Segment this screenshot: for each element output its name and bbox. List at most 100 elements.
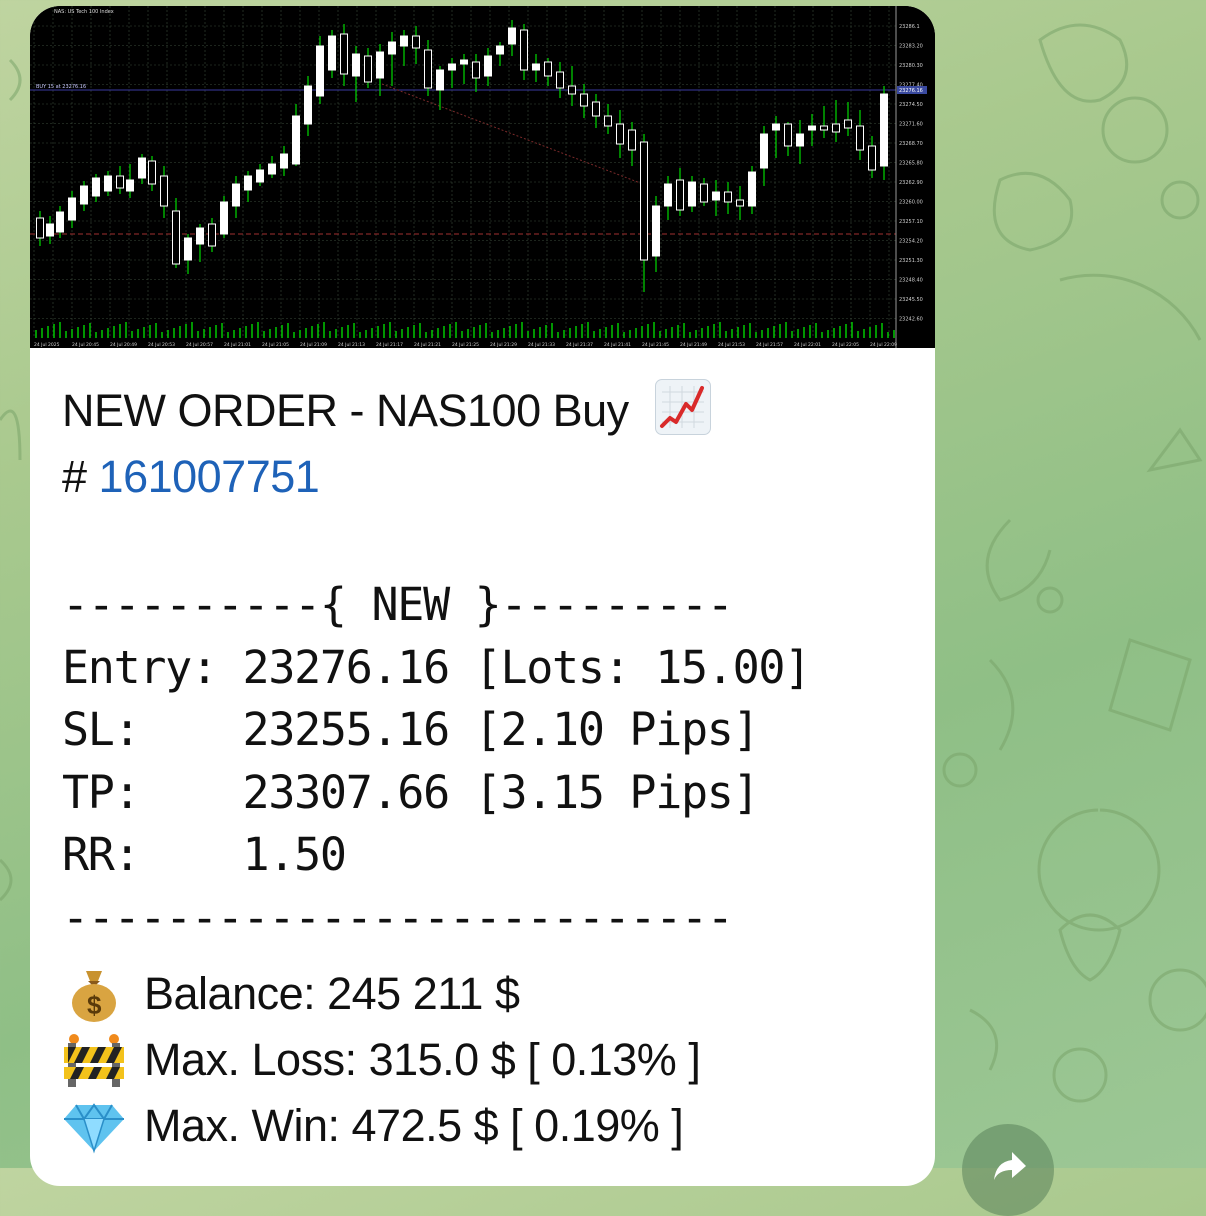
time-axis-label: 24 Jul 21:57 bbox=[756, 342, 783, 348]
chart-increasing-icon bbox=[654, 379, 711, 435]
gem-icon bbox=[64, 1103, 124, 1154]
price-scale-label: 23274.50 bbox=[899, 102, 923, 108]
candle-body bbox=[652, 205, 660, 257]
price-scale-label: 23248.40 bbox=[899, 278, 923, 284]
candle-body bbox=[304, 85, 312, 125]
candle-body bbox=[184, 237, 192, 261]
time-axis-label: 24 Jul 21:53 bbox=[718, 342, 745, 348]
candle-body bbox=[388, 41, 396, 55]
candle-body bbox=[196, 227, 204, 245]
max-win-line: Max. Win: 472.5 $ [ 0.19% ] bbox=[62, 1093, 922, 1159]
separator-new: ----------{ NEW }--------- bbox=[62, 578, 734, 631]
candle-body bbox=[172, 210, 180, 265]
price-scale-label: 23271.60 bbox=[899, 122, 923, 128]
time-axis-label: 24 Jul 21:01 bbox=[224, 342, 251, 348]
order-level-label: BUY 15 at 23276.16 bbox=[36, 84, 86, 90]
candle-body bbox=[316, 45, 324, 97]
candle-body bbox=[436, 69, 444, 91]
candle-body bbox=[856, 125, 864, 151]
time-axis-label: 24 Jul 2025 bbox=[34, 342, 60, 348]
time-axis-label: 24 Jul 20:49 bbox=[110, 342, 137, 348]
current-price-label: 23276.16 bbox=[899, 88, 923, 94]
chart-screenshot[interactable]: 23286.1 23283.20 23280.30 23277.40 23274.50 2… bbox=[30, 6, 935, 348]
time-axis-label: 24 Jul 21:21 bbox=[414, 342, 441, 348]
candle-body bbox=[232, 183, 240, 207]
take-profit-line: TP: 23307.66 [3.15 Pips] bbox=[62, 765, 760, 819]
candle-body bbox=[340, 33, 348, 75]
candle-body bbox=[268, 163, 276, 175]
candle-body bbox=[292, 115, 300, 165]
candle-body bbox=[424, 49, 432, 89]
candle-body bbox=[484, 55, 492, 77]
candle-body bbox=[808, 125, 816, 131]
candle-body bbox=[580, 93, 588, 107]
candle-body bbox=[496, 45, 504, 55]
order-title-line: NEW ORDER - NAS100 Buy bbox=[62, 378, 922, 444]
time-axis-label: 24 Jul 21:13 bbox=[338, 342, 365, 348]
candle-body bbox=[544, 61, 552, 77]
candle-body bbox=[844, 119, 852, 129]
message-bubble: 23286.1 23283.20 23280.30 23277.40 23274.50 2… bbox=[30, 6, 935, 1186]
candle-body bbox=[616, 123, 624, 145]
risk-reward-line: RR: 1.50 bbox=[62, 828, 347, 881]
candle-body bbox=[832, 123, 840, 133]
price-scale-label: 23280.30 bbox=[899, 63, 923, 69]
message-text: NEW ORDER - NAS100 Buy # 161007751 -----… bbox=[62, 378, 922, 1159]
candle-body bbox=[724, 191, 732, 203]
construction-icon bbox=[64, 1034, 124, 1087]
time-axis-label: 24 Jul 20:53 bbox=[148, 342, 175, 348]
candle-body bbox=[628, 129, 636, 151]
candle-body bbox=[256, 169, 264, 183]
candle-body bbox=[868, 145, 876, 171]
max-loss-text: Max. Loss: 315.0 $ [ 0.13% ] bbox=[144, 1034, 701, 1085]
time-axis-label: 24 Jul 21:37 bbox=[566, 342, 593, 348]
candle-body bbox=[46, 223, 54, 237]
candle-body bbox=[640, 141, 648, 261]
stop-loss-line: SL: 23255.16 [2.10 Pips] bbox=[62, 703, 760, 756]
money-bag-icon: $ bbox=[72, 971, 116, 1022]
time-axis-label: 24 Jul 21:25 bbox=[452, 342, 479, 348]
candle-body bbox=[80, 185, 88, 205]
max-win-text: Max. Win: 472.5 $ [ 0.19% ] bbox=[144, 1100, 684, 1151]
candle-body bbox=[796, 133, 804, 147]
candle-body bbox=[712, 191, 720, 201]
price-scale-label: 23251.30 bbox=[899, 258, 923, 264]
price-scale-label: 23262.90 bbox=[899, 180, 923, 186]
candle-body bbox=[460, 59, 468, 65]
candle-body bbox=[400, 35, 408, 47]
candle-body bbox=[116, 175, 124, 189]
time-axis-label: 24 Jul 21:45 bbox=[642, 342, 669, 348]
candle-body bbox=[148, 160, 156, 185]
candle-body bbox=[364, 55, 372, 83]
candle-body bbox=[772, 123, 780, 131]
time-axis-label: 24 Jul 21:29 bbox=[490, 342, 517, 348]
svg-text:$: $ bbox=[87, 990, 102, 1020]
candle-body bbox=[352, 53, 360, 77]
separator-bottom: -------------------------- bbox=[62, 890, 734, 944]
candle-body bbox=[448, 63, 456, 71]
price-scale-label: 23245.50 bbox=[899, 297, 923, 303]
candlestick-chart: 23286.123283.2023280.3023277.4023274.502… bbox=[30, 6, 935, 348]
share-button[interactable] bbox=[962, 1124, 1054, 1216]
candle-body bbox=[748, 171, 756, 207]
time-axis-label: 24 Jul 21:05 bbox=[262, 342, 289, 348]
candle-body bbox=[244, 175, 252, 191]
price-scale-label: 23257.10 bbox=[899, 219, 923, 225]
candle-body bbox=[676, 179, 684, 211]
time-axis-label: 24 Jul 21:09 bbox=[300, 342, 327, 348]
candle-body bbox=[664, 183, 672, 207]
price-scale-label: 23268.70 bbox=[899, 141, 923, 147]
candle-body bbox=[104, 175, 112, 192]
time-axis-label: 24 Jul 21:33 bbox=[528, 342, 555, 348]
candle-body bbox=[56, 211, 64, 233]
candle-body bbox=[520, 29, 528, 71]
candle-body bbox=[36, 217, 44, 239]
candle-body bbox=[92, 177, 100, 197]
hash-symbol: # bbox=[62, 451, 87, 502]
time-axis-label: 24 Jul 22:05 bbox=[832, 342, 859, 348]
price-scale-label: 23265.80 bbox=[899, 161, 923, 167]
candle-body bbox=[760, 133, 768, 169]
price-scale-label: 23286.1 bbox=[899, 24, 920, 30]
order-id-hashtag[interactable]: 161007751 bbox=[99, 451, 320, 502]
candle-body bbox=[508, 27, 516, 45]
